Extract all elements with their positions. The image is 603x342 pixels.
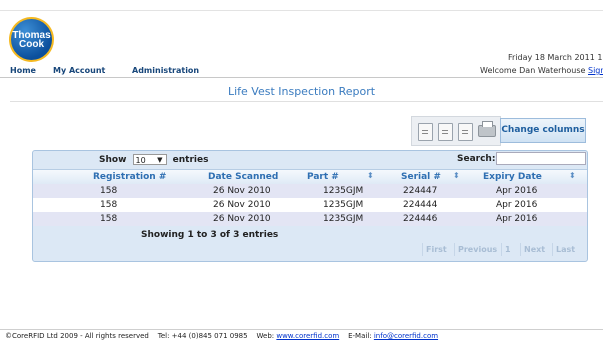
pdf-icon[interactable] [458,123,473,141]
current-datetime: Friday 18 March 2011 11:0 [508,53,603,62]
welcome-message: Welcome Dan Waterhouse Sign Ou [480,66,603,75]
entries-label: entries [172,155,209,165]
excel-icon[interactable] [438,123,453,141]
col-part[interactable]: Part # [307,172,339,182]
logo-text-line2: Cook [19,38,44,50]
pager-page-1[interactable]: 1 [501,243,514,256]
table-row[interactable]: 158 26 Nov 2010 1235GJM 224446 Apr 2016 [33,212,587,226]
footer-copyright: ©CoreRFID Ltd 2009 - All rights reserved [5,332,149,340]
sort-icon[interactable]: ⬍ [453,171,460,180]
sign-out-link[interactable]: Sign Ou [588,66,603,75]
cell-expiry-date: Apr 2016 [496,214,538,224]
page-length-value: 10 [135,156,146,165]
footer-web-link[interactable]: www.corerfid.com [276,332,339,340]
top-divider [0,10,603,11]
change-columns-button[interactable]: Change columns [500,118,586,143]
export-toolbar [411,116,501,146]
title-divider [10,101,603,102]
col-serial[interactable]: Serial # [401,172,441,182]
table-row[interactable]: 158 26 Nov 2010 1235GJM 224444 Apr 2016 [33,198,587,212]
nav-home[interactable]: Home [10,66,36,75]
cell-expiry-date: Apr 2016 [496,186,538,196]
page-title: Life Vest Inspection Report [227,85,376,98]
search-input[interactable] [496,152,586,165]
footer-tel: Tel: +44 (0)845 071 0985 [157,332,248,340]
page-length-control: Show 10 ▼ entries [99,154,208,165]
cell-registration: 158 [100,214,118,224]
table-info: Showing 1 to 3 of 3 entries [141,230,279,240]
cell-part: 1235GJM [323,214,364,224]
cell-date-scanned: 26 Nov 2010 [213,214,271,224]
chevron-down-icon: ▼ [157,156,163,164]
cell-expiry-date: Apr 2016 [496,200,538,210]
col-registration[interactable]: Registration # [93,172,166,182]
thomas-cook-logo: Thomas Cook [9,17,54,62]
show-label: Show [99,155,127,165]
page-length-select[interactable]: 10 ▼ [132,154,167,165]
footer-email-label: E-Mail: [348,332,372,340]
cell-registration: 158 [100,200,118,210]
main-nav: Home My Account Administration Welcome D… [0,63,603,78]
pager-first[interactable]: First [422,243,450,256]
col-date-scanned[interactable]: Date Scanned [208,172,278,182]
col-expiry-date[interactable]: Expiry Date [483,172,542,182]
footer: ©CoreRFID Ltd 2009 - All rights reserved… [5,332,438,340]
cell-part: 1235GJM [323,200,364,210]
sort-icon[interactable]: ⬍ [569,171,576,180]
nav-my-account[interactable]: My Account [53,66,105,75]
cell-date-scanned: 26 Nov 2010 [213,200,271,210]
nav-administration[interactable]: Administration [132,66,199,75]
footer-email-link[interactable]: info@corerfid.com [374,332,438,340]
welcome-text: Welcome Dan Waterhouse [480,66,586,75]
table-controls: Show 10 ▼ entries Search: [33,151,587,169]
pager-next[interactable]: Next [520,243,548,256]
export-icon[interactable] [418,123,433,141]
cell-date-scanned: 26 Nov 2010 [213,186,271,196]
print-icon[interactable] [478,121,496,137]
cell-part: 1235GJM [323,186,364,196]
table-row[interactable]: 158 26 Nov 2010 1235GJM 224447 Apr 2016 [33,184,587,198]
cell-registration: 158 [100,186,118,196]
footer-web-label: Web: [256,332,275,340]
cell-serial: 224446 [403,214,438,224]
cell-serial: 224447 [403,186,438,196]
table-header: Registration # Date Scanned Part # ⬍ Ser… [33,169,587,185]
search-label: Search: [457,154,496,164]
cell-serial: 224444 [403,200,438,210]
sort-icon[interactable]: ⬍ [367,171,374,180]
inspection-table: Show 10 ▼ entries Search: Registration #… [32,150,588,262]
pagination: First Previous 1 Next Last [33,243,587,257]
pager-last[interactable]: Last [552,243,578,256]
footer-divider [0,329,603,330]
pager-previous[interactable]: Previous [454,243,500,256]
